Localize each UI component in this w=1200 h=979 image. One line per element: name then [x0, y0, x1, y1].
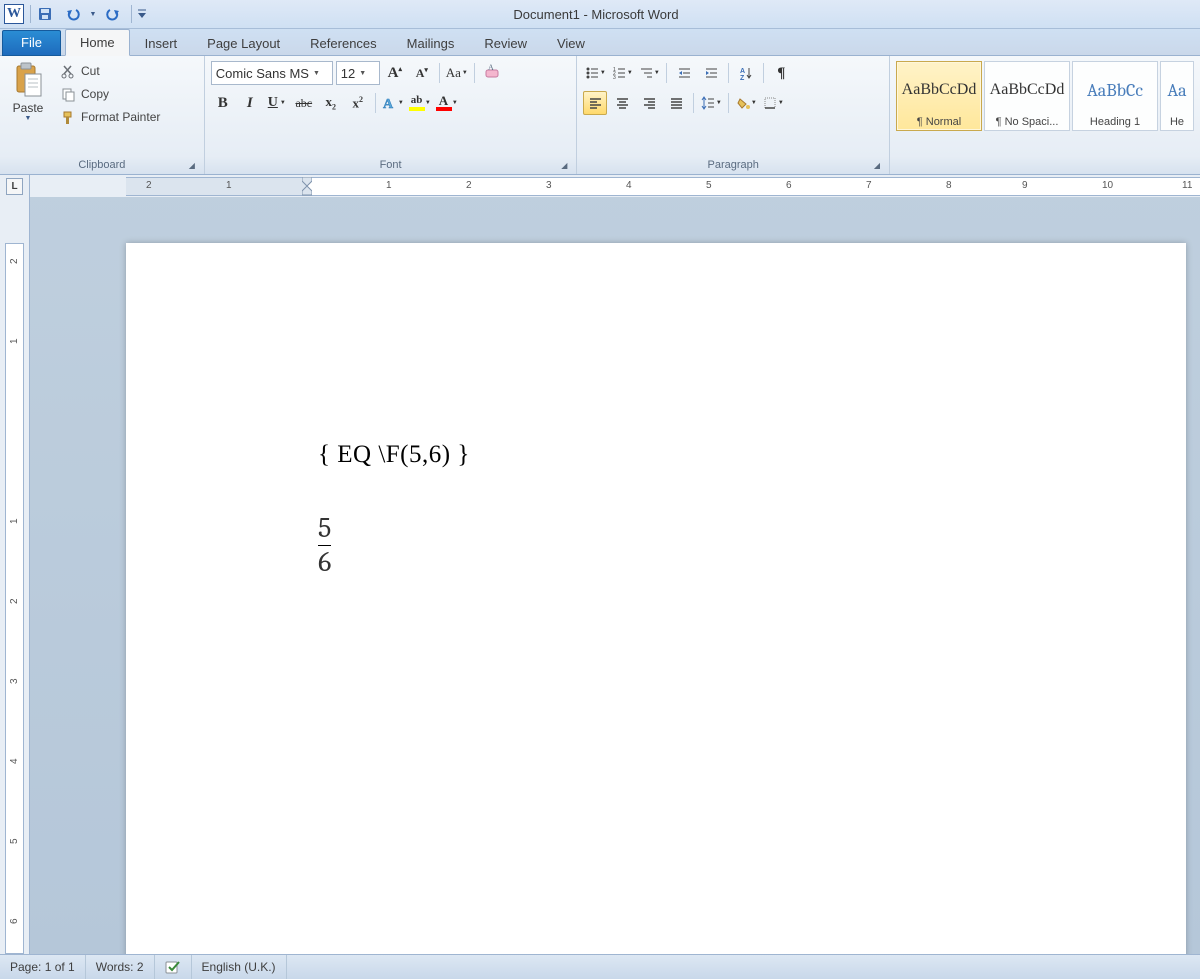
eraser-icon: A	[483, 64, 501, 82]
font-size-combo[interactable]: 12▼	[336, 61, 380, 85]
superscript-button[interactable]: x2	[346, 91, 370, 115]
document-area: L 2 1 1 2 3 4 5 6 7 8 9 10 11	[0, 175, 1200, 954]
copy-button[interactable]: Copy	[56, 84, 164, 104]
paragraph-launcher[interactable]: ◢	[869, 157, 885, 173]
paint-bucket-icon	[736, 96, 750, 110]
status-words[interactable]: Words: 2	[86, 955, 155, 979]
proofing-icon	[165, 960, 181, 974]
scissors-icon	[60, 63, 76, 79]
ribbon: Paste ▼ Cut Copy Format Painter	[0, 55, 1200, 175]
tab-review[interactable]: Review	[469, 30, 542, 56]
subscript-button[interactable]: x2	[319, 91, 343, 115]
group-label-clipboard: Clipboard	[78, 159, 125, 171]
increase-indent-button[interactable]	[699, 61, 723, 85]
copy-icon	[60, 86, 76, 102]
font-color-button[interactable]: A▼	[435, 91, 459, 115]
svg-text:Z: Z	[740, 75, 745, 80]
hanging-indent-marker[interactable]	[302, 186, 312, 204]
bold-button[interactable]: B	[211, 91, 235, 115]
qat-redo-button[interactable]	[101, 2, 125, 26]
align-center-button[interactable]	[610, 91, 634, 115]
clipboard-launcher[interactable]: ◢	[184, 157, 200, 173]
fraction-result[interactable]: 5 6	[318, 513, 331, 578]
shrink-font-button[interactable]: A▾	[410, 61, 434, 85]
italic-button[interactable]: I	[238, 91, 262, 115]
qat-save-button[interactable]	[33, 2, 57, 26]
strikethrough-button[interactable]: abc	[292, 91, 316, 115]
align-right-button[interactable]	[637, 91, 661, 115]
status-bar: Page: 1 of 1 Words: 2 English (U.K.)	[0, 954, 1200, 979]
align-left-button[interactable]	[583, 91, 607, 115]
tab-references[interactable]: References	[295, 30, 391, 56]
svg-text:A: A	[383, 97, 394, 111]
underline-button[interactable]: U▼	[265, 91, 289, 115]
qat-customize-dropdown[interactable]	[138, 9, 146, 19]
horizontal-ruler[interactable]: 2 1 1 2 3 4 5 6 7 8 9 10 11	[126, 177, 1200, 196]
vertical-ruler[interactable]: 2 1 1 2 3 4 5 6	[5, 243, 24, 954]
fraction-denominator: 6	[318, 547, 331, 578]
multilevel-list-button[interactable]: ▼	[637, 61, 661, 85]
style-heading-1[interactable]: AaBbCc Heading 1	[1072, 61, 1158, 131]
tab-insert[interactable]: Insert	[130, 30, 193, 56]
tab-home[interactable]: Home	[65, 29, 130, 56]
tab-selector[interactable]: L	[6, 178, 23, 195]
title-bar: W ▼ Document1 - Microsoft Word	[0, 0, 1200, 29]
font-launcher[interactable]: ◢	[556, 157, 572, 173]
text-effects-button[interactable]: A▼	[381, 91, 405, 115]
status-language[interactable]: English (U.K.)	[192, 955, 287, 979]
fraction-numerator: 5	[318, 513, 331, 544]
svg-text:3: 3	[613, 75, 616, 80]
tab-page-layout[interactable]: Page Layout	[192, 30, 295, 56]
group-label-paragraph: Paragraph	[707, 159, 758, 171]
bullets-button[interactable]: ▼	[583, 61, 607, 85]
cut-button[interactable]: Cut	[56, 61, 164, 81]
style-normal[interactable]: AaBbCcDd ¶ Normal	[896, 61, 982, 131]
text-effects-icon: A	[382, 95, 397, 111]
field-code-text[interactable]: { EQ \F(5,6) }	[318, 441, 1186, 469]
word-app-icon[interactable]: W	[4, 4, 24, 24]
window-title: Document1 - Microsoft Word	[146, 7, 1046, 22]
status-page[interactable]: Page: 1 of 1	[0, 955, 86, 979]
numbering-button[interactable]: 123▼	[610, 61, 634, 85]
paste-button[interactable]: Paste ▼	[6, 59, 50, 122]
undo-dropdown[interactable]: ▼	[89, 11, 97, 18]
ribbon-tabs: File Home Insert Page Layout References …	[0, 29, 1200, 55]
qat-undo-button[interactable]	[61, 2, 85, 26]
clear-formatting-button[interactable]: A	[480, 61, 504, 85]
svg-text:A: A	[488, 64, 494, 72]
line-spacing-button[interactable]: ▼	[699, 91, 723, 115]
change-case-button[interactable]: Aa▼	[445, 61, 469, 85]
style-heading-2[interactable]: Aa He	[1160, 61, 1194, 131]
format-painter-button[interactable]: Format Painter	[56, 107, 164, 127]
shading-button[interactable]: ▼	[734, 91, 758, 115]
tab-view[interactable]: View	[542, 30, 600, 56]
justify-button[interactable]	[664, 91, 688, 115]
font-name-combo[interactable]: Comic Sans MS▼	[211, 61, 333, 85]
show-marks-button[interactable]: ¶	[769, 61, 793, 85]
paintbrush-icon	[60, 109, 76, 125]
grow-font-button[interactable]: A▴	[383, 61, 407, 85]
document-page[interactable]: { EQ \F(5,6) } 5 6	[126, 243, 1186, 954]
svg-text:A: A	[740, 68, 745, 75]
status-proofing[interactable]	[155, 955, 192, 979]
sort-button[interactable]: AZ	[734, 61, 758, 85]
borders-button[interactable]: ▼	[761, 91, 785, 115]
highlight-button[interactable]: ab▼	[408, 91, 432, 115]
tab-mailings[interactable]: Mailings	[392, 30, 470, 56]
decrease-indent-button[interactable]	[672, 61, 696, 85]
group-label-font: Font	[380, 159, 402, 171]
clipboard-paste-icon	[12, 61, 44, 99]
style-no-spacing[interactable]: AaBbCcDd ¶ No Spaci...	[984, 61, 1070, 131]
tab-file[interactable]: File	[2, 30, 61, 56]
